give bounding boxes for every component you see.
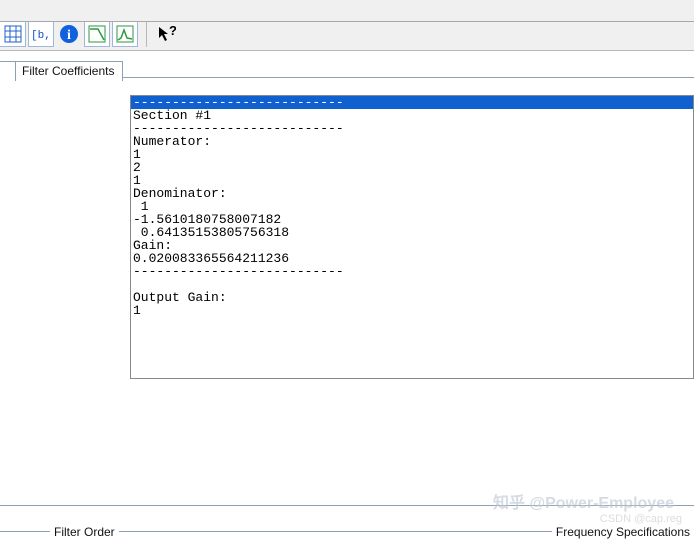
magnitude-icon[interactable] — [112, 21, 138, 47]
tab-label: Filter Coefficients — [22, 64, 114, 78]
info-icon[interactable]: i — [56, 21, 82, 47]
output-line: --------------------------- — [131, 122, 693, 135]
output-line: --------------------------- — [131, 265, 693, 278]
svg-text:?: ? — [169, 24, 176, 38]
output-line: 1 — [131, 148, 693, 161]
tab-stub[interactable] — [0, 61, 16, 81]
output-line: 2 — [131, 161, 693, 174]
output-line: 1 — [131, 304, 693, 317]
spectrum-icon[interactable]: [b,a] — [28, 21, 54, 47]
toolbar: [b,a] i ? — [0, 0, 694, 51]
output-line-highlighted: --------------------------- — [131, 96, 693, 109]
content-area: --------------------------- Section #1 -… — [0, 85, 694, 379]
svg-text:[b,a]: [b,a] — [31, 30, 51, 41]
output-line: 0.64135153805756318 — [131, 226, 693, 239]
output-line: Output Gain: — [131, 291, 693, 304]
bottom-panel: Filter Order Frequency Specifications — [0, 505, 694, 537]
output-line: Numerator: — [131, 135, 693, 148]
response-icon[interactable] — [84, 21, 110, 47]
tab-bar: Filter Coefficients — [0, 57, 694, 85]
grid-icon[interactable] — [0, 21, 26, 47]
svg-text:i: i — [67, 28, 71, 43]
help-arrow-icon[interactable]: ? — [153, 21, 179, 47]
tab-filter-coefficients[interactable]: Filter Coefficients — [15, 61, 123, 81]
toolbar-separator — [146, 21, 147, 47]
toolbar-divider — [0, 21, 694, 22]
coefficients-output[interactable]: --------------------------- Section #1 -… — [130, 95, 694, 379]
output-line: Denominator: — [131, 187, 693, 200]
